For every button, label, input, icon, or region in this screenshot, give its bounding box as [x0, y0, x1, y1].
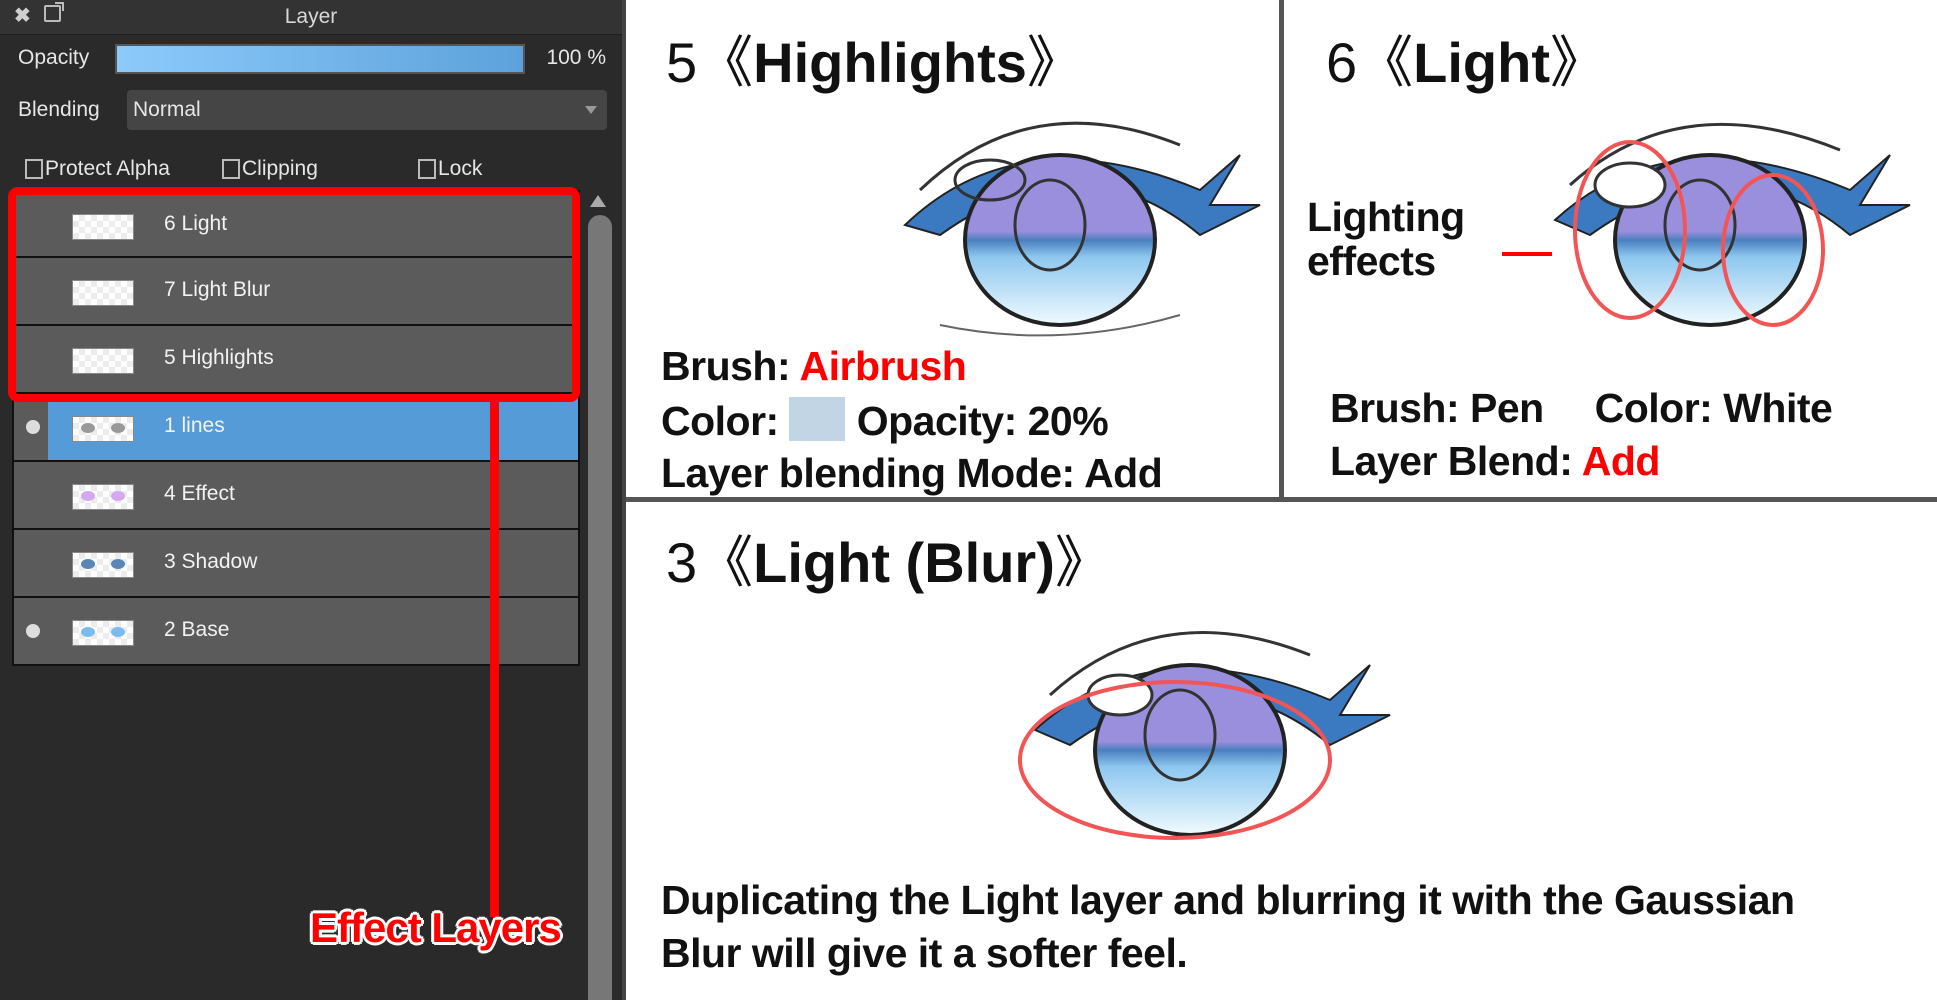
- panel-title: Layer: [284, 5, 338, 28]
- thumbnail-mark: [81, 627, 95, 637]
- blend-label: Layer Blend:: [1330, 438, 1573, 484]
- thumbnail-mark: [81, 491, 95, 501]
- layer-thumbnail: [72, 416, 134, 442]
- checkbox-box: [25, 159, 43, 179]
- section-number: 6: [1326, 31, 1358, 94]
- protect-alpha-checkbox[interactable]: Protect Alpha: [25, 157, 170, 181]
- checkbox-label: Protect Alpha: [45, 157, 170, 180]
- light-blend-line: Layer Blend: Add: [1330, 438, 1660, 485]
- highlights-blend-line: Layer blending Mode: Add: [661, 450, 1163, 496]
- panel-titlebar: ✖ Layer: [0, 0, 622, 35]
- brush-text: Brush: Pen: [1330, 385, 1544, 431]
- layer-name: 3 Shadow: [164, 550, 258, 573]
- layer-name: 2 Base: [164, 618, 230, 641]
- lighting-effects-callout: Lighting effects: [1307, 195, 1465, 283]
- layer-list-scrollbar[interactable]: [588, 215, 612, 1000]
- blend-value: Add: [1581, 438, 1661, 484]
- opacity-slider[interactable]: [115, 44, 525, 74]
- section-number: 5: [666, 31, 698, 94]
- checkbox-label: Lock: [438, 157, 483, 180]
- visibility-dot-icon[interactable]: [26, 624, 40, 638]
- visibility-dot-icon[interactable]: [26, 420, 40, 434]
- checkbox-box: [418, 159, 436, 179]
- highlights-color-line: Color: Opacity: 20%: [661, 397, 1109, 445]
- section-title-light-blur: 3《Light (Blur)》: [666, 531, 1111, 594]
- opacity-value: 100 %: [546, 46, 606, 69]
- color-text: Color: White: [1594, 385, 1833, 431]
- callout-line: effects: [1307, 238, 1436, 284]
- lock-checkbox[interactable]: Lock: [418, 157, 482, 181]
- clipping-checkbox[interactable]: Clipping: [222, 157, 318, 181]
- thumbnail-mark: [111, 559, 125, 569]
- color-label: Color:: [661, 398, 779, 444]
- layer-thumbnail: [72, 552, 134, 578]
- light-blur-description-line1: Duplicating the Light layer and blurring…: [661, 877, 1795, 923]
- thumbnail-mark: [111, 423, 125, 433]
- section-title-text: Light: [1413, 31, 1550, 94]
- opacity-text: Opacity: 20%: [856, 398, 1109, 444]
- layer-name: 1 lines: [164, 414, 225, 437]
- opacity-label: Opacity: [18, 46, 90, 69]
- section-title-text: Highlights: [753, 31, 1027, 94]
- section-title-highlights: 5《Highlights》: [666, 31, 1083, 94]
- section-title-light: 6《Light》: [1326, 31, 1606, 94]
- layer-name: 4 Effect: [164, 482, 235, 505]
- blending-select[interactable]: Normal: [127, 90, 607, 130]
- brush-label: Brush:: [661, 343, 791, 389]
- eye-illustration-highlights: [903, 121, 1261, 337]
- brush-value: Airbrush: [799, 343, 967, 389]
- section-divider-horizontal: [626, 497, 1937, 502]
- thumbnail-mark: [81, 559, 95, 569]
- annotation-connector-line: [490, 402, 499, 917]
- layer-thumbnail: [72, 484, 134, 510]
- thumbnail-mark: [111, 491, 125, 501]
- section-number: 3: [666, 531, 698, 594]
- effect-layers-annotation: Effect Layers: [310, 904, 562, 951]
- thumbnail-mark: [81, 423, 95, 433]
- chevron-down-icon: [585, 106, 597, 114]
- layer-thumbnail: [72, 620, 134, 646]
- section-title-text: Light (Blur): [753, 531, 1055, 594]
- eye-illustration-light: [1553, 122, 1911, 327]
- blending-value: Normal: [133, 98, 201, 121]
- highlights-brush-line: Brush: Airbrush: [661, 343, 967, 390]
- callout-line: Lighting: [1307, 194, 1465, 240]
- light-blur-description-line2: Blur will give it a softer feel.: [661, 930, 1188, 976]
- eye-illustration-light-blur: [1018, 631, 1391, 840]
- layer-panel: ✖ Layer Opacity 100 % Blending Normal Pr…: [0, 0, 626, 1000]
- color-swatch: [788, 397, 845, 441]
- checkbox-label: Clipping: [242, 157, 318, 180]
- blending-label: Blending: [18, 98, 100, 121]
- thumbnail-mark: [111, 627, 125, 637]
- light-brush-color-line: Brush: Pen Color: White: [1330, 385, 1833, 432]
- effect-layers-highlight-box: [8, 187, 580, 402]
- scroll-up-icon[interactable]: [590, 195, 606, 207]
- checkbox-box: [222, 159, 240, 179]
